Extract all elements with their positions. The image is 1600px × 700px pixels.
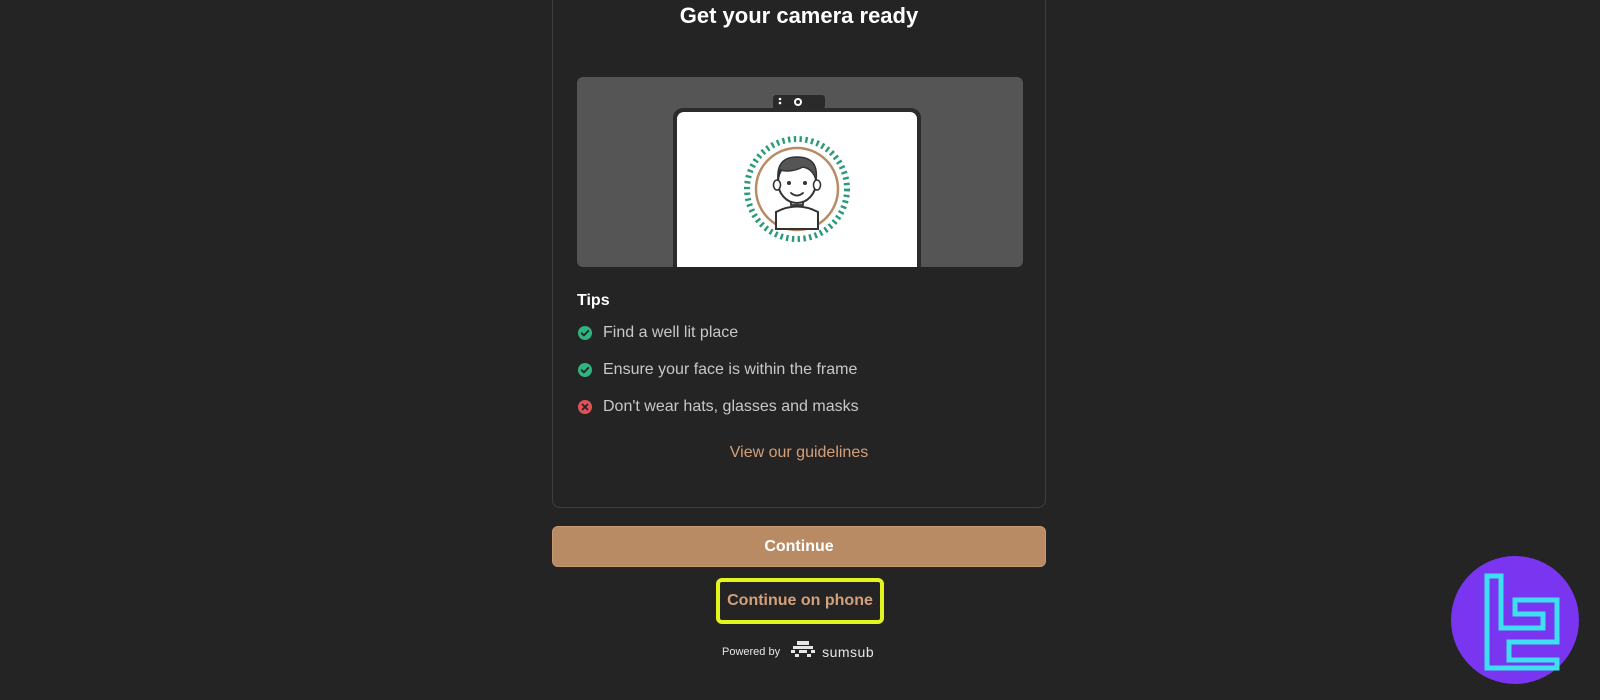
view-guidelines-link[interactable]: View our guidelines xyxy=(553,444,1045,462)
tip-item: Don't wear hats, glasses and masks xyxy=(577,396,859,418)
powered-by: Powered by sumsub xyxy=(722,640,874,663)
face-icon xyxy=(772,156,822,230)
camera-ready-card: Get your camera ready Tips Find a well l… xyxy=(552,0,1046,508)
tip-text: Ensure your face is within the frame xyxy=(603,361,858,378)
page-title: Get your camera ready xyxy=(679,3,919,28)
tip-text: Find a well lit place xyxy=(603,324,739,341)
corner-logo-icon xyxy=(1451,556,1579,684)
tips-heading: Tips xyxy=(577,292,610,309)
tip-item: Ensure your face is within the frame xyxy=(577,359,857,381)
camera-illustration xyxy=(577,77,1023,267)
continue-on-phone-button[interactable]: Continue on phone xyxy=(716,578,884,624)
check-circle-icon xyxy=(577,362,593,378)
page: Get your camera ready Tips Find a well l… xyxy=(0,0,1600,700)
sumsub-logo-icon xyxy=(790,640,816,663)
continue-button[interactable]: Continue xyxy=(552,526,1046,567)
tip-text: Don't wear hats, glasses and masks xyxy=(603,398,859,415)
x-circle-icon xyxy=(577,399,593,415)
powered-by-label: Powered by xyxy=(722,645,781,658)
tip-item: Find a well lit place xyxy=(577,322,738,344)
brand-name: sumsub xyxy=(822,643,875,660)
check-circle-icon xyxy=(577,325,593,341)
